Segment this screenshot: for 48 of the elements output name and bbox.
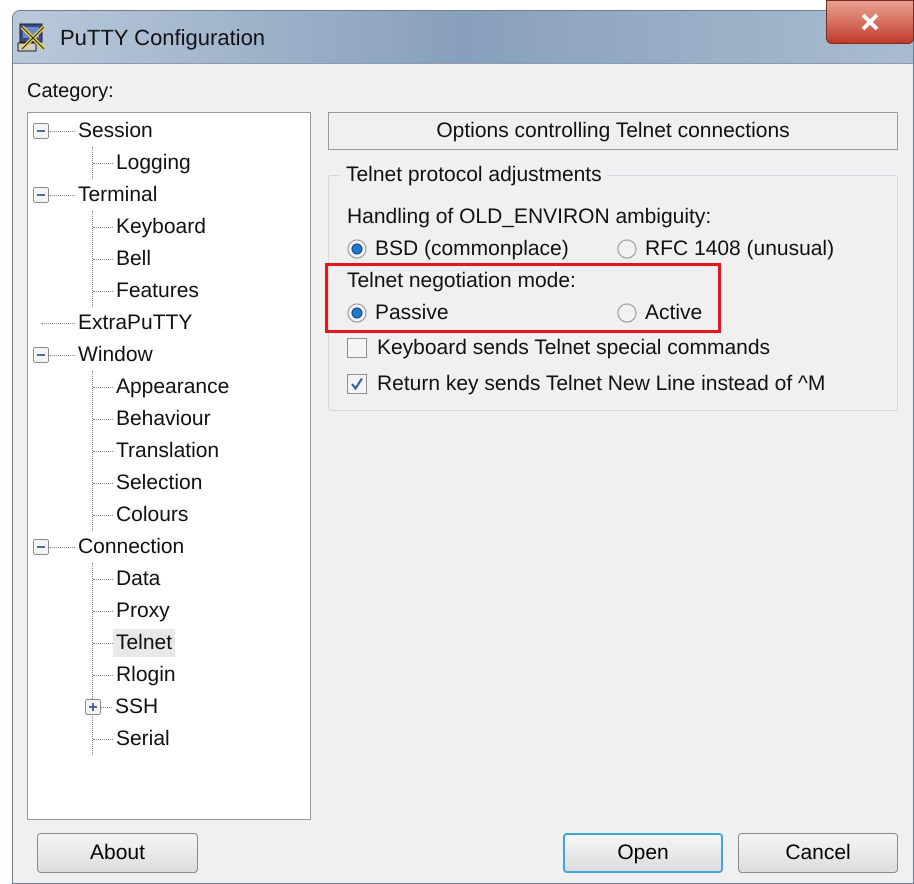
checkbox-label[interactable]: Return key sends Telnet New Line instead of ^M	[377, 368, 826, 400]
collapse-icon[interactable]	[33, 347, 49, 363]
radio-button[interactable]	[617, 303, 637, 323]
close-button[interactable]	[826, 0, 914, 44]
category-label: Category:	[27, 79, 114, 103]
radio-label[interactable]: Active	[645, 297, 702, 329]
checkbox[interactable]	[347, 374, 367, 394]
radio-button[interactable]	[347, 239, 367, 259]
radio-label[interactable]: BSD (commonplace)	[375, 233, 569, 265]
tree-item[interactable]: Connection	[75, 533, 188, 561]
tree-item[interactable]: Features	[113, 277, 202, 305]
collapse-icon[interactable]	[33, 539, 49, 555]
tree-item[interactable]: Appearance	[113, 373, 232, 401]
panel-header: Options controlling Telnet connections	[328, 112, 898, 150]
dialog-button[interactable]: About	[37, 833, 198, 873]
group-label: Telnet negotiation mode:	[347, 268, 576, 294]
tree-item[interactable]: Keyboard	[113, 213, 209, 241]
tree-item[interactable]: Behaviour	[113, 405, 214, 433]
tree-item[interactable]: Data	[113, 565, 164, 593]
app-icon	[16, 21, 48, 53]
tree-item[interactable]: Telnet	[113, 629, 176, 657]
dialog-button[interactable]: Cancel	[738, 833, 898, 873]
collapse-icon[interactable]	[33, 123, 49, 139]
group-label: Handling of OLD_ENVIRON ambiguity:	[347, 204, 712, 230]
tree-item[interactable]: Selection	[113, 469, 206, 497]
tree-item[interactable]: SSH	[112, 693, 162, 721]
tree-item[interactable]: Serial	[113, 725, 173, 753]
radio-button[interactable]	[617, 239, 637, 259]
tree-item[interactable]: Terminal	[75, 181, 160, 209]
close-icon	[860, 13, 880, 31]
tree-item[interactable]: Rlogin	[113, 661, 179, 689]
tree-item[interactable]: Window	[75, 341, 156, 369]
tree-item[interactable]: Logging	[113, 149, 194, 177]
window-title: PuTTY Configuration	[60, 24, 266, 52]
radio-label[interactable]: Passive	[375, 297, 449, 329]
tree-item[interactable]: Colours	[113, 501, 192, 529]
radio-button[interactable]	[347, 303, 367, 323]
tree-item[interactable]: ExtraPuTTY	[75, 309, 196, 337]
tree-item[interactable]: Proxy	[113, 597, 173, 625]
tree-item[interactable]: Translation	[113, 437, 222, 465]
tree-item[interactable]: Bell	[113, 245, 154, 273]
tree-item[interactable]: Session	[75, 117, 156, 145]
checkbox-label[interactable]: Keyboard sends Telnet special commands	[377, 332, 770, 364]
collapse-icon[interactable]	[33, 187, 49, 203]
dialog-button[interactable]: Open	[563, 833, 723, 873]
radio-label[interactable]: RFC 1408 (unusual)	[645, 233, 834, 265]
checkbox[interactable]	[347, 338, 367, 358]
expand-icon[interactable]	[85, 699, 101, 715]
